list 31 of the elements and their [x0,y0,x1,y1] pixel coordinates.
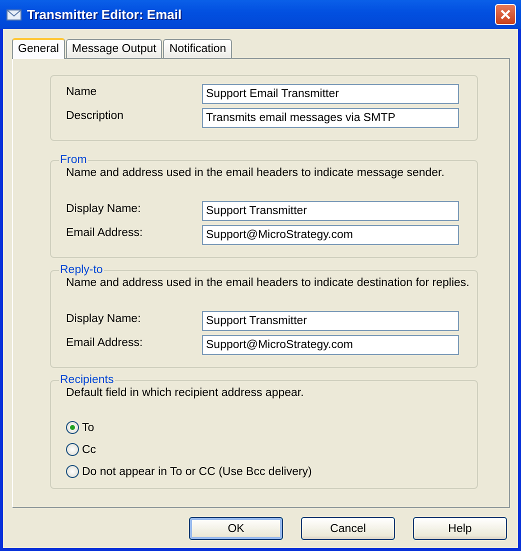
group-title: Reply-to [59,264,104,276]
group-description: Default field in which recipient address appear. [66,387,305,399]
tab[interactable]: General [12,38,65,59]
field-label: Display Name: [66,312,142,325]
dialog-button[interactable]: Cancel [301,517,395,540]
input-field[interactable]: Support@MicroStrategy.com [202,335,459,355]
input-field[interactable]: Transmits email messages via SMTP [202,108,459,128]
radio-option[interactable]: To [66,421,94,434]
radio-option[interactable]: Do not appear in To or CC (Use Bcc delivery) [66,465,312,478]
field-label: Email Address: [66,226,144,239]
dialog-button[interactable]: Help [413,517,507,540]
group-title: Recipients [59,374,115,386]
field-label: Display Name: [66,202,142,215]
tab[interactable]: Message Output [66,39,162,58]
input-field[interactable]: Support Transmitter [202,201,459,221]
field-label: Name [66,85,98,98]
close-button[interactable] [495,4,516,25]
close-icon [500,9,511,20]
input-field[interactable]: Support Email Transmitter [202,84,459,104]
input-field[interactable]: Support Transmitter [202,311,459,331]
radio-option[interactable]: Cc [66,443,96,456]
field-label: Description [66,109,125,122]
envelope-icon [6,8,22,22]
group-description: Name and address used in the email headers to indicate message sender. [66,167,446,179]
tab[interactable]: Notification [163,39,232,58]
input-field[interactable]: Support@MicroStrategy.com [202,225,459,245]
group-title: From [59,154,88,166]
window-title: Transmitter Editor: Email [27,7,183,22]
field-label: Email Address: [66,336,144,349]
dialog-button[interactable]: OK [189,517,283,540]
group-description: Name and address used in the email headers to indicate destination for replies. [66,277,470,289]
